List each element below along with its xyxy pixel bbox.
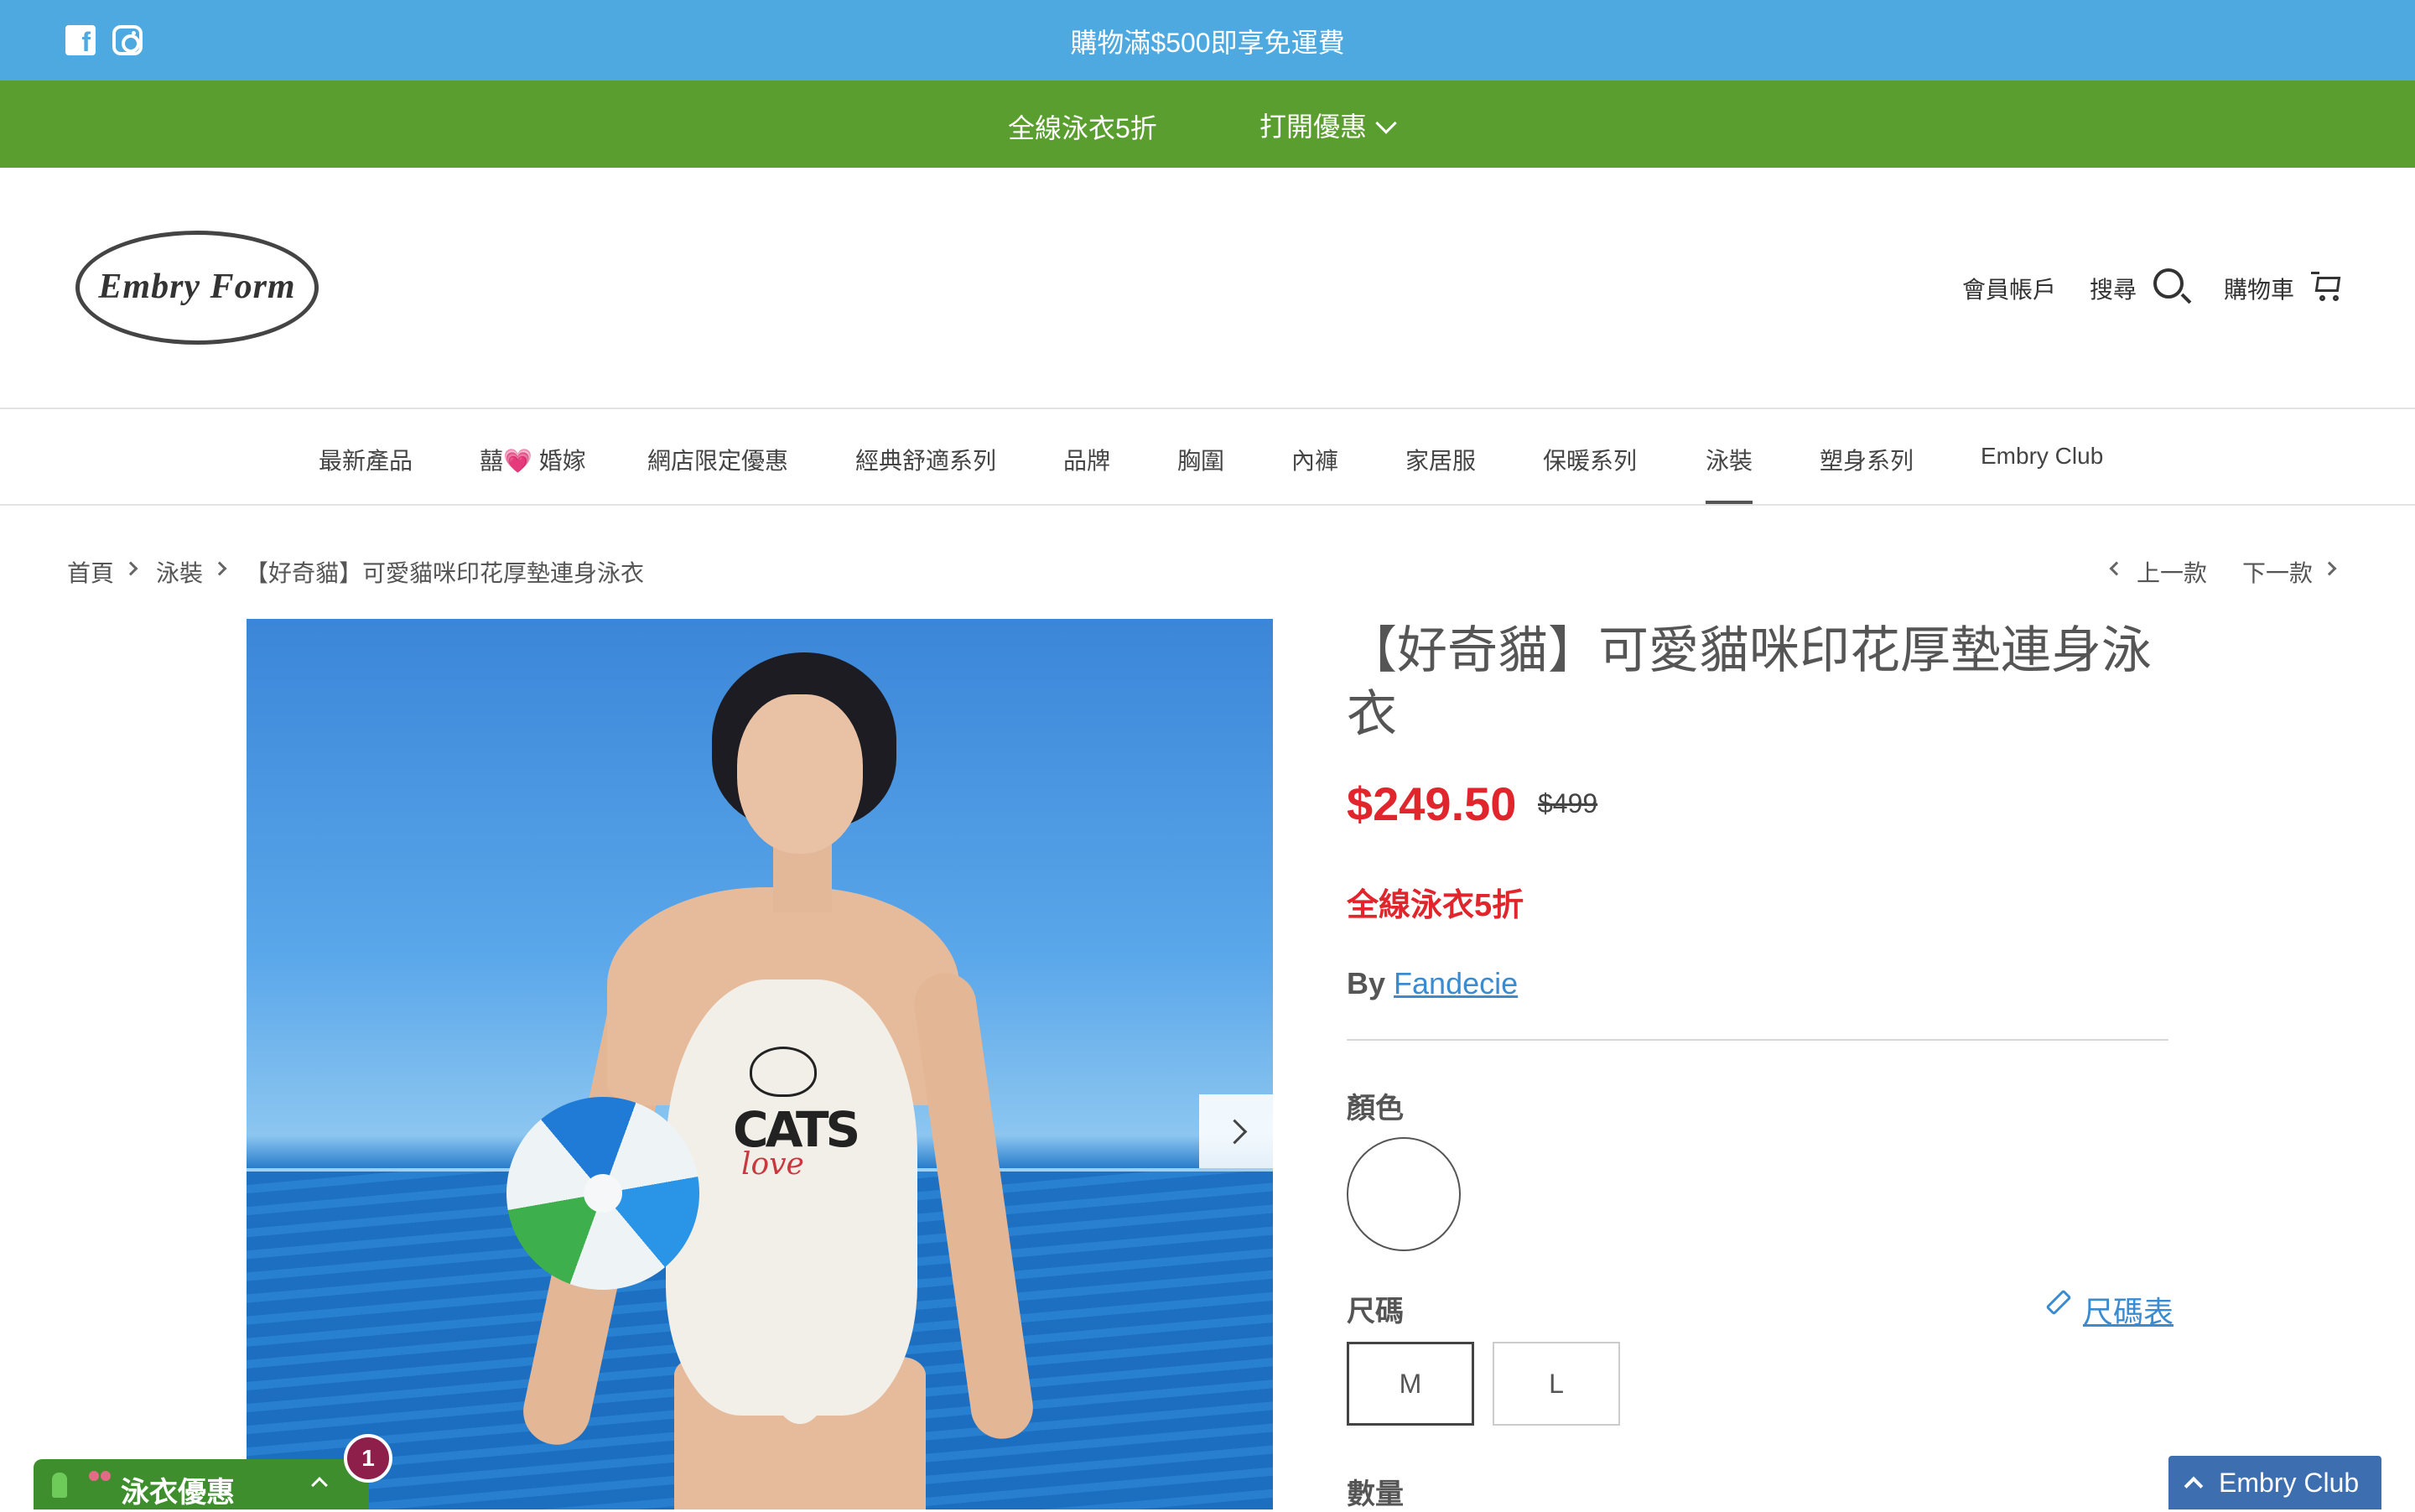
image-next-button[interactable] — [1199, 1094, 1273, 1168]
embry-club-button[interactable]: Embry Club — [2168, 1456, 2381, 1509]
nav-item-new[interactable]: 最新產品 — [319, 443, 413, 476]
nav-item-bra[interactable]: 胸圍 — [1177, 443, 1224, 476]
search-icon[interactable] — [2153, 268, 2184, 299]
announcement-bar: f 購物滿$500即享免運費 — [0, 0, 2415, 81]
info-divider — [1347, 1039, 2168, 1041]
size-label: 尺碼 — [1347, 1296, 1404, 1328]
prev-product-link[interactable]: 上一款 — [2137, 555, 2207, 589]
chevron-right-icon — [2322, 561, 2337, 576]
nav-item-classic[interactable]: 經典舒適系列 — [855, 443, 996, 476]
print-script: love — [741, 1147, 804, 1182]
logo-text: Embry Form — [98, 268, 296, 306]
promo-note: 全線泳衣5折 — [1347, 888, 1524, 923]
chevron-right-icon — [212, 561, 227, 576]
cart-link[interactable]: 購物車 — [2224, 272, 2294, 305]
product-title: 【好奇貓】可愛貓咪印花厚墊連身泳衣 — [1347, 622, 2152, 742]
compare-price: $499 — [1538, 788, 1598, 818]
quantity-label: 數量 — [1347, 1478, 1404, 1510]
next-product-link[interactable]: 下一款 — [2242, 555, 2313, 589]
vendor-link[interactable]: Fandecie — [1394, 966, 1518, 1000]
nav-item-wedding[interactable]: 囍💗 婚嫁 — [480, 443, 586, 476]
promo-offer-text: 全線泳衣5折 — [1008, 113, 1157, 143]
sale-price: $249.50 — [1347, 777, 1517, 830]
cart-icon[interactable] — [2311, 272, 2341, 301]
vendor-line: By Fandecie — [1347, 966, 1518, 1001]
size-option-m[interactable]: M — [1347, 1342, 1474, 1426]
nav-item-thermal[interactable]: 保暖系列 — [1543, 443, 1637, 476]
breadcrumb-current: 【好奇貓】可愛貓咪印花厚墊連身泳衣 — [245, 560, 645, 586]
chevron-right-icon — [123, 561, 138, 576]
header-divider — [0, 408, 2415, 409]
open-offers-label: 打開優惠 — [1259, 112, 1368, 142]
size-chart-link[interactable]: 尺碼表 — [2083, 1288, 2174, 1332]
promo-bar: 全線泳衣5折 打開優惠 — [0, 81, 2415, 168]
chevron-up-icon — [311, 1477, 328, 1494]
nav-item-embry-club[interactable]: Embry Club — [1981, 443, 2103, 470]
swimwear-offers-tab[interactable]: 泳衣優惠 — [34, 1459, 369, 1509]
account-link[interactable]: 會員帳戶 — [1962, 272, 2056, 305]
chevron-down-icon — [1375, 112, 1397, 134]
product-image[interactable]: CATS love — [247, 619, 1273, 1509]
chevron-up-icon — [2184, 1476, 2204, 1496]
open-offers-toggle[interactable]: 打開優惠 — [1259, 106, 1397, 144]
site-logo[interactable]: Embry Form — [75, 231, 319, 345]
nav-item-panties[interactable]: 內褲 — [1291, 443, 1338, 476]
swimwear-offers-label: 泳衣優惠 — [121, 1477, 235, 1509]
swimsuit-icon — [52, 1473, 67, 1498]
nav-item-homewear[interactable]: 家居服 — [1405, 443, 1476, 476]
bikini-icon — [89, 1469, 112, 1498]
search-link[interactable]: 搜尋 — [2090, 272, 2137, 305]
beach-ball — [506, 1097, 699, 1290]
nav-item-brand[interactable]: 品牌 — [1063, 443, 1110, 476]
ruler-icon — [2045, 1289, 2072, 1316]
embry-club-label: Embry Club — [2219, 1468, 2360, 1498]
vendor-prefix: By — [1347, 966, 1386, 1000]
nav-item-online-offers[interactable]: 網店限定優惠 — [647, 443, 788, 476]
breadcrumb-category[interactable]: 泳裝 — [156, 555, 203, 589]
swimsuit-print: CATS love — [716, 1021, 867, 1189]
breadcrumb-home[interactable]: 首頁 — [67, 555, 114, 589]
chevron-left-icon — [2109, 561, 2124, 576]
notification-badge[interactable]: 1 — [344, 1434, 392, 1483]
nav-item-shapewear[interactable]: 塑身系列 — [1820, 443, 1914, 476]
nav-divider — [0, 504, 2415, 506]
color-label: 顏色 — [1347, 1093, 1404, 1125]
announcement-text: 購物滿$500即享免運費 — [1070, 28, 1345, 58]
size-option-l[interactable]: L — [1493, 1342, 1620, 1426]
nav-item-swimwear[interactable]: 泳裝 — [1706, 443, 1753, 476]
color-swatch-white[interactable] — [1347, 1137, 1461, 1251]
